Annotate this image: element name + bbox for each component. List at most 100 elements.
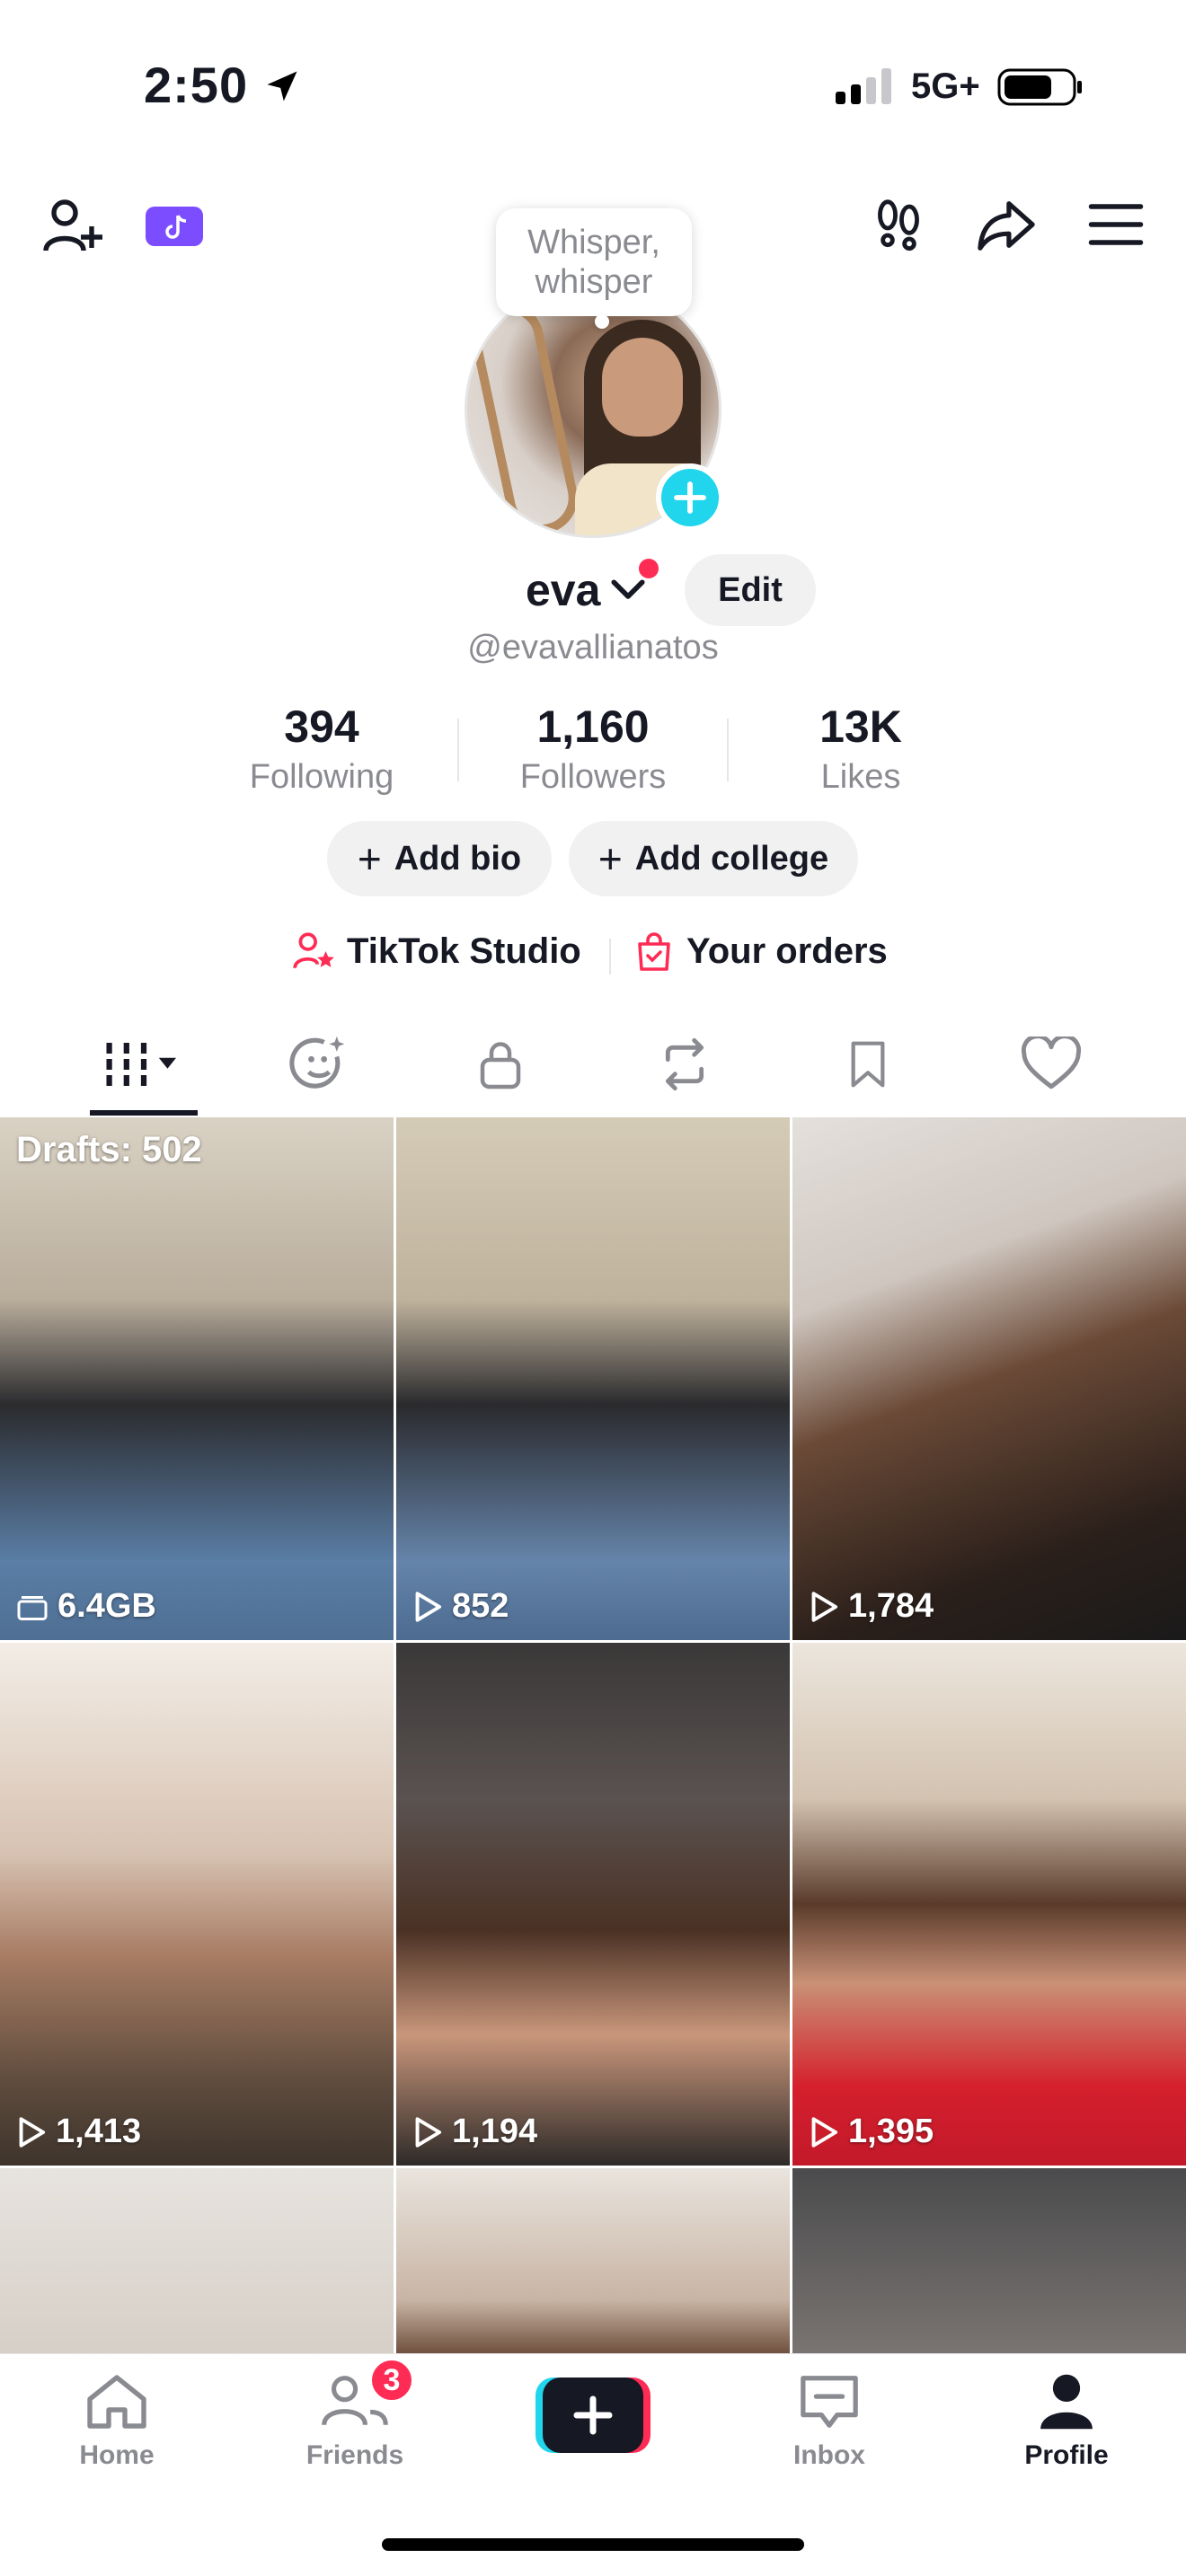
video-tile[interactable]	[792, 2168, 1186, 2357]
tile-stat: 6.4GB	[16, 1587, 156, 1626]
tab-stories[interactable]	[265, 1024, 373, 1105]
your-orders-label: Your orders	[686, 931, 888, 971]
play-icon	[19, 2116, 46, 2148]
signal-icon	[836, 68, 891, 104]
menu-button[interactable]	[1078, 189, 1154, 260]
play-icon	[811, 2116, 838, 2148]
tile-stat: 1,194	[412, 2113, 537, 2151]
ticket-icon	[146, 207, 203, 246]
lock-icon	[480, 1042, 521, 1090]
add-person-icon	[43, 199, 102, 251]
stat-label: Following	[249, 758, 394, 796]
video-tile[interactable]: 852	[396, 1117, 790, 1640]
nav-friends[interactable]: Friends	[265, 2372, 445, 2471]
share-profile-button[interactable]	[969, 189, 1044, 260]
tile-count: 6.4GB	[58, 1587, 156, 1625]
add-bio-label: Add bio	[394, 839, 522, 878]
nav-friends-label: Friends	[305, 2440, 404, 2470]
tile-count: 1,784	[848, 1587, 934, 1625]
stat-followers[interactable]: 1,160 Followers	[494, 701, 692, 797]
nav-profile[interactable]: Profile	[977, 2372, 1156, 2471]
add-college-label: Add college	[634, 839, 829, 878]
network-type: 5G+	[911, 66, 980, 106]
shopping-bag-icon	[638, 932, 670, 971]
video-tile[interactable]	[396, 2168, 790, 2357]
tile-stat: 1,413	[16, 2113, 141, 2151]
studio-person-icon	[293, 932, 334, 969]
play-icon	[811, 1591, 838, 1622]
video-tile[interactable]: 1,194	[396, 1643, 790, 2166]
grid-icon	[106, 1043, 176, 1086]
username-handle: @evavallianatos	[467, 629, 719, 666]
video-tile[interactable]: 1,395	[792, 1643, 1186, 2166]
tab-saved[interactable]	[814, 1024, 922, 1105]
location-arrow-icon	[267, 71, 297, 101]
heart-icon	[1022, 1037, 1081, 1090]
home-indicator	[382, 2538, 804, 2551]
video-tile-drafts[interactable]: Drafts: 502 6.4GB	[0, 1117, 394, 1640]
tiktok-studio-label: TikTok Studio	[347, 931, 581, 971]
tile-count: 1,194	[452, 2113, 538, 2150]
your-orders-link[interactable]: Your orders	[633, 929, 888, 974]
tile-stat: 852	[412, 1587, 509, 1626]
video-tile[interactable]	[0, 2168, 394, 2357]
home-icon	[87, 2375, 146, 2429]
display-name[interactable]: eva	[526, 564, 600, 616]
stat-value: 394	[284, 701, 359, 752]
nav-profile-label: Profile	[1024, 2440, 1109, 2470]
hamburger-icon	[1088, 204, 1144, 245]
nav-inbox[interactable]: Inbox	[739, 2372, 919, 2471]
bookmark-icon	[851, 1041, 885, 1088]
play-icon	[415, 1591, 442, 1622]
footprints-icon	[878, 199, 919, 251]
add-story-button[interactable]	[656, 463, 724, 532]
plus-icon: +	[357, 835, 382, 882]
plus-icon	[674, 481, 706, 514]
stat-value: 1,160	[536, 701, 650, 752]
tile-stat: 1,395	[809, 2113, 934, 2151]
tab-reposts[interactable]	[631, 1024, 739, 1105]
profile-person-icon	[1040, 2374, 1093, 2430]
tile-count: 1,395	[848, 2113, 934, 2150]
nav-home[interactable]: Home	[27, 2372, 207, 2471]
add-friend-button[interactable]	[32, 190, 113, 262]
nav-inbox-label: Inbox	[793, 2440, 865, 2470]
tile-count: 1,413	[56, 2113, 142, 2150]
tab-private[interactable]	[447, 1024, 554, 1105]
link-divider	[609, 939, 611, 975]
add-college-button[interactable]: + Add college	[569, 821, 858, 896]
drafts-icon	[17, 1595, 48, 1620]
tiktok-rewards-button[interactable]	[142, 199, 207, 253]
nav-home-label: Home	[79, 2440, 155, 2470]
add-bio-button[interactable]: + Add bio	[327, 821, 552, 896]
tile-stat: 1,784	[809, 1587, 934, 1626]
tiktok-studio-link[interactable]: TikTok Studio	[291, 929, 581, 974]
play-icon	[415, 2116, 442, 2148]
create-plus-icon	[535, 2378, 651, 2453]
inbox-icon	[801, 2376, 858, 2428]
chevron-down-icon[interactable]	[609, 577, 647, 604]
repost-icon	[665, 1037, 704, 1091]
stat-following[interactable]: 394 Following	[223, 701, 420, 797]
friends-notification-badge: 3	[368, 2357, 415, 2404]
edit-profile-button[interactable]: Edit	[685, 554, 816, 626]
stat-divider	[727, 719, 729, 781]
video-tile[interactable]: 1,413	[0, 1643, 394, 2166]
tab-liked[interactable]	[997, 1024, 1105, 1105]
profile-note-bubble[interactable]: Whisper, whisper	[496, 208, 692, 316]
stat-likes[interactable]: 13K Likes	[762, 701, 960, 797]
stat-label: Likes	[820, 758, 901, 796]
tab-videos[interactable]	[90, 1024, 198, 1105]
face-sparkle-icon	[289, 1036, 345, 1089]
plus-icon: +	[597, 835, 623, 882]
create-button[interactable]	[535, 2378, 651, 2453]
bubble-tail	[595, 314, 609, 329]
drafts-label: Drafts: 502	[16, 1130, 202, 1169]
notification-dot	[639, 559, 659, 578]
profile-views-button[interactable]	[863, 189, 934, 260]
video-tile[interactable]: 1,784	[792, 1117, 1186, 1640]
tile-count: 852	[452, 1587, 509, 1625]
stat-label: Followers	[519, 758, 667, 796]
status-time: 2:50	[144, 57, 249, 113]
active-tab-indicator	[90, 1110, 198, 1116]
